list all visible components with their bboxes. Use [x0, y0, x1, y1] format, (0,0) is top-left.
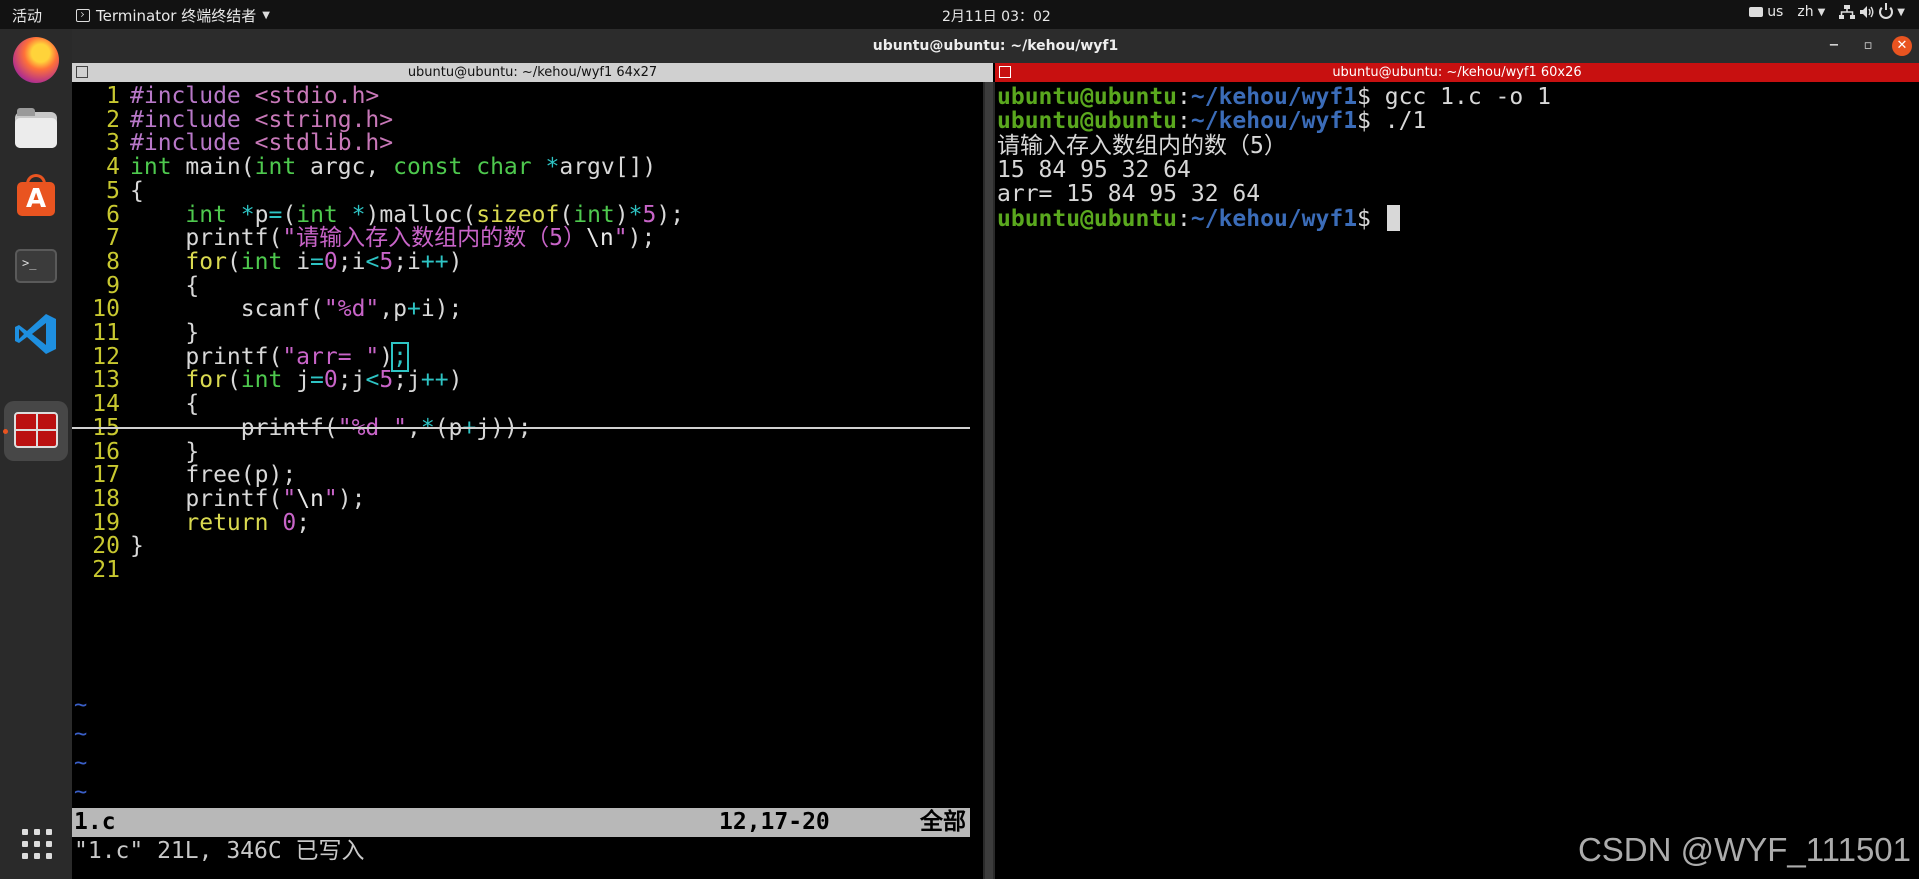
right-pane-titlebar[interactable]: ubuntu@ubuntu: ~/kehou/wyf1 60x26: [995, 63, 1919, 82]
terminal-icon[interactable]: >_: [13, 243, 59, 289]
pane-grip-icon[interactable]: [76, 66, 88, 78]
window-titlebar[interactable]: ubuntu@ubuntu: ~/kehou/wyf1 − ▫ ✕: [72, 29, 1919, 63]
chevron-down-icon: ▼: [1897, 6, 1905, 18]
right-pane-title: ubuntu@ubuntu: ~/kehou/wyf1 60x26: [1332, 65, 1582, 80]
shell-command: ./1: [1384, 108, 1427, 135]
vim-status-line: 1.c 12,17-20 全部: [72, 808, 970, 837]
input-method-indicator[interactable]: zh ▼: [1797, 4, 1825, 20]
left-pane-titlebar[interactable]: ubuntu@ubuntu: ~/kehou/wyf1 64x27: [72, 63, 993, 82]
empty-line-marker: ~: [74, 751, 88, 776]
prompt-path: ~/kehou/wyf1: [1190, 205, 1358, 232]
volume-icon: [1860, 6, 1874, 18]
power-icon: [1879, 3, 1894, 19]
running-indicator: [3, 429, 8, 434]
vim-editor-pane[interactable]: 1 #include <stdio.h> 2 #include <string.h> 3…: [72, 82, 983, 879]
clock[interactable]: 2月11日 03：02: [942, 6, 1051, 26]
code-line[interactable]: 21: [72, 556, 983, 585]
top-panel: 活动 Terminator 终端终结者 ▼ 2月11日 03：02 us zh …: [0, 0, 1919, 29]
shell-pane[interactable]: ubuntu@ubuntu:~/kehou/wyf1$ gcc 1.c -o 1…: [995, 82, 1919, 879]
terminal-icon: [76, 9, 90, 22]
app-menu-label: Terminator 终端终结者: [96, 7, 257, 25]
vim-message-line: "1.c" 21L, 346C 已写入: [74, 838, 365, 864]
keyboard-layout-label: us: [1767, 4, 1784, 20]
watermark: CSDN @WYF_111501: [1577, 831, 1911, 868]
close-button[interactable]: ✕: [1892, 36, 1912, 56]
window-title: ubuntu@ubuntu: ~/kehou/wyf1: [872, 38, 1119, 54]
folder-front: [15, 118, 57, 148]
pane-grip-icon[interactable]: [999, 66, 1011, 78]
empty-line-marker: ~: [74, 722, 88, 747]
firefox-icon[interactable]: [13, 37, 59, 83]
app-menu[interactable]: Terminator 终端终结者 ▼: [76, 5, 270, 26]
empty-line-marker: ~: [74, 780, 88, 805]
terminator-glyph: [14, 412, 58, 448]
folder-tab: [17, 108, 35, 116]
maximize-button[interactable]: ▫: [1858, 36, 1878, 56]
input-method-label: zh: [1797, 4, 1814, 20]
activities-button[interactable]: 活动: [12, 5, 42, 26]
status-filename: 1.c: [74, 809, 116, 835]
status-scroll-indicator: 全部: [920, 809, 966, 835]
empty-line-marker: ~: [74, 693, 88, 718]
system-menu[interactable]: ▼: [1839, 3, 1905, 19]
prompt-separator: :: [1177, 205, 1191, 232]
minimize-button[interactable]: −: [1824, 36, 1844, 56]
left-pane-title: ubuntu@ubuntu: ~/kehou/wyf1 64x27: [407, 65, 658, 80]
files-icon[interactable]: [13, 106, 59, 152]
system-tray: us zh ▼ ▼: [1749, 3, 1919, 20]
chevron-down-icon: ▼: [262, 10, 270, 21]
terminal-cursor: [1386, 204, 1400, 231]
dock: A >_: [0, 29, 72, 879]
keyboard-icon: [1749, 7, 1764, 17]
shell-prompt-line: ubuntu@ubuntu:~/kehou/wyf1$: [997, 204, 1400, 234]
chevron-down-icon: ▼: [1817, 6, 1826, 18]
prompt-symbol: $: [1357, 108, 1385, 135]
pane-divider[interactable]: [983, 82, 995, 879]
vscode-logo: [15, 314, 56, 354]
show-applications-icon[interactable]: [22, 829, 52, 859]
bag-body: A: [17, 182, 55, 216]
network-icon: [1839, 5, 1856, 19]
software-store-icon[interactable]: A: [13, 174, 59, 220]
terminal-glyph: >_: [15, 249, 57, 283]
terminator-icon[interactable]: [13, 408, 59, 454]
cursor-line-underline: [72, 427, 970, 429]
line-number: 21: [92, 557, 120, 583]
keyboard-layout-indicator[interactable]: us: [1749, 4, 1783, 20]
vscode-icon[interactable]: [13, 311, 59, 357]
prompt-user: ubuntu@ubuntu: [997, 205, 1178, 232]
scrollbar-track[interactable]: [985, 82, 993, 879]
prompt-symbol: $: [1357, 205, 1385, 232]
status-cursor-position: 12,17-20: [719, 809, 830, 835]
